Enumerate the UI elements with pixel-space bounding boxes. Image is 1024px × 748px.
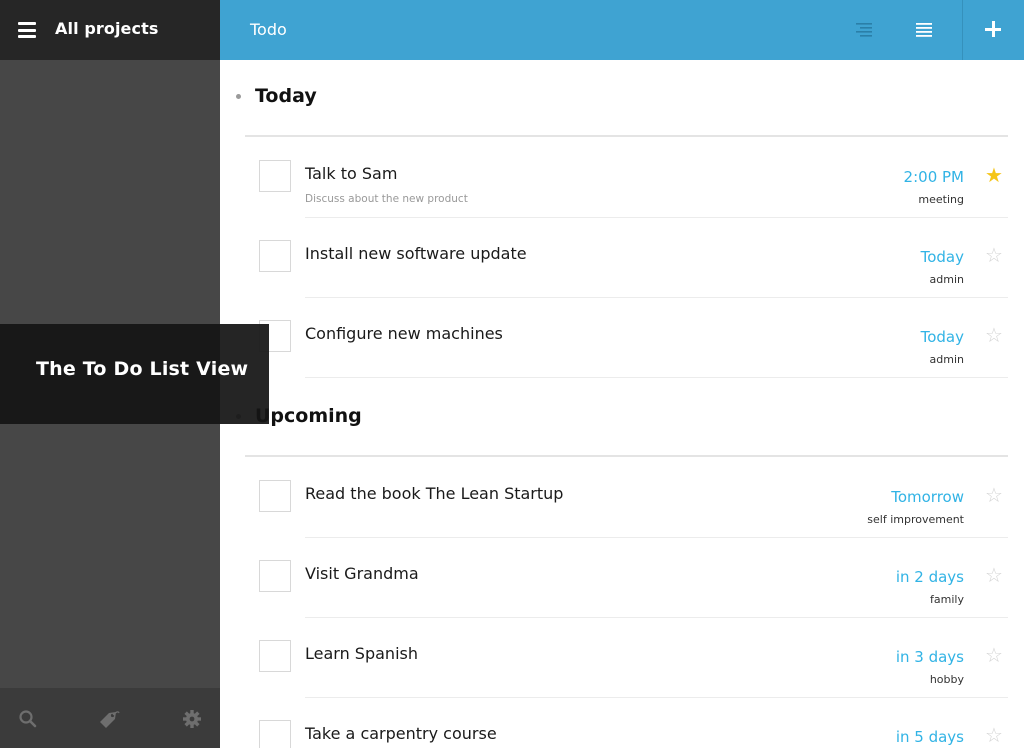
task-tag: self improvement [867, 513, 964, 526]
task-checkbox[interactable] [259, 240, 291, 272]
task-tag: admin [929, 273, 964, 286]
section-divider [245, 455, 1008, 457]
add-task-button[interactable] [982, 18, 1004, 40]
star-outline-icon[interactable]: ☆ [984, 245, 1004, 265]
header-bar: Todo [220, 0, 1024, 60]
task-tag: meeting [918, 193, 964, 206]
task-tag: hobby [929, 673, 964, 686]
task-row[interactable]: Talk to Sam Discuss about the new produc… [220, 138, 1024, 218]
task-title: Visit Grandma [305, 564, 419, 583]
star-outline-icon[interactable]: ☆ [984, 645, 1004, 665]
star-outline-icon[interactable]: ☆ [984, 325, 1004, 345]
section-upcoming: Upcoming [220, 380, 1024, 457]
task-row[interactable]: Visit Grandma in 2 days family ☆ [220, 538, 1024, 618]
task-row[interactable]: Read the book The Lean Startup Tomorrow … [220, 458, 1024, 538]
task-list: Today Talk to Sam Discuss about the new … [220, 60, 1024, 748]
tag-icon[interactable] [98, 708, 120, 730]
task-title: Configure new machines [305, 324, 503, 343]
caption-text: The To Do List View [36, 358, 249, 380]
task-due: Today [920, 248, 964, 266]
gear-icon[interactable] [181, 708, 203, 730]
task-checkbox[interactable] [259, 480, 291, 512]
task-due: in 3 days [895, 648, 964, 666]
page-title: Todo [250, 20, 287, 39]
section-today: Today [220, 60, 1024, 137]
star-outline-icon[interactable]: ☆ [984, 485, 1004, 505]
task-row[interactable]: Take a carpentry course in 5 days ☆ [220, 698, 1024, 748]
task-title: Take a carpentry course [305, 724, 497, 743]
star-icon[interactable]: ★ [984, 165, 1004, 185]
section-title: Today [255, 85, 317, 107]
task-tag: admin [929, 353, 964, 366]
sidebar-header: All projects [0, 0, 220, 60]
task-note: Discuss about the new product [305, 193, 468, 205]
menu-icon[interactable] [18, 22, 36, 38]
task-due: in 2 days [895, 568, 964, 586]
task-due: in 5 days [895, 728, 964, 746]
search-icon[interactable] [17, 708, 39, 730]
caption-overlay: The To Do List View [0, 324, 269, 424]
star-outline-icon[interactable]: ☆ [984, 725, 1004, 745]
task-due: Today [920, 328, 964, 346]
header-divider [962, 0, 963, 60]
compact-list-icon[interactable] [854, 20, 874, 40]
task-title: Learn Spanish [305, 644, 418, 663]
task-tag: family [930, 593, 964, 606]
task-checkbox[interactable] [259, 640, 291, 672]
section-bullet [236, 94, 241, 99]
section-title: Upcoming [255, 405, 362, 427]
task-title: Talk to Sam [305, 164, 398, 183]
star-outline-icon[interactable]: ☆ [984, 565, 1004, 585]
full-list-icon[interactable] [914, 20, 934, 40]
task-row[interactable]: Learn Spanish in 3 days hobby ☆ [220, 618, 1024, 698]
task-checkbox[interactable] [259, 560, 291, 592]
row-divider [305, 377, 1008, 378]
task-row[interactable]: Configure new machines Today admin ☆ [220, 298, 1024, 378]
task-due: 2:00 PM [903, 168, 964, 186]
sidebar-footer [0, 688, 220, 748]
task-title: Install new software update [305, 244, 527, 263]
task-title: Read the book The Lean Startup [305, 484, 564, 503]
task-checkbox[interactable] [259, 720, 291, 748]
task-due: Tomorrow [891, 488, 964, 506]
section-divider [245, 135, 1008, 137]
task-row[interactable]: Install new software update Today admin … [220, 218, 1024, 298]
sidebar-title[interactable]: All projects [55, 19, 158, 38]
task-checkbox[interactable] [259, 160, 291, 192]
